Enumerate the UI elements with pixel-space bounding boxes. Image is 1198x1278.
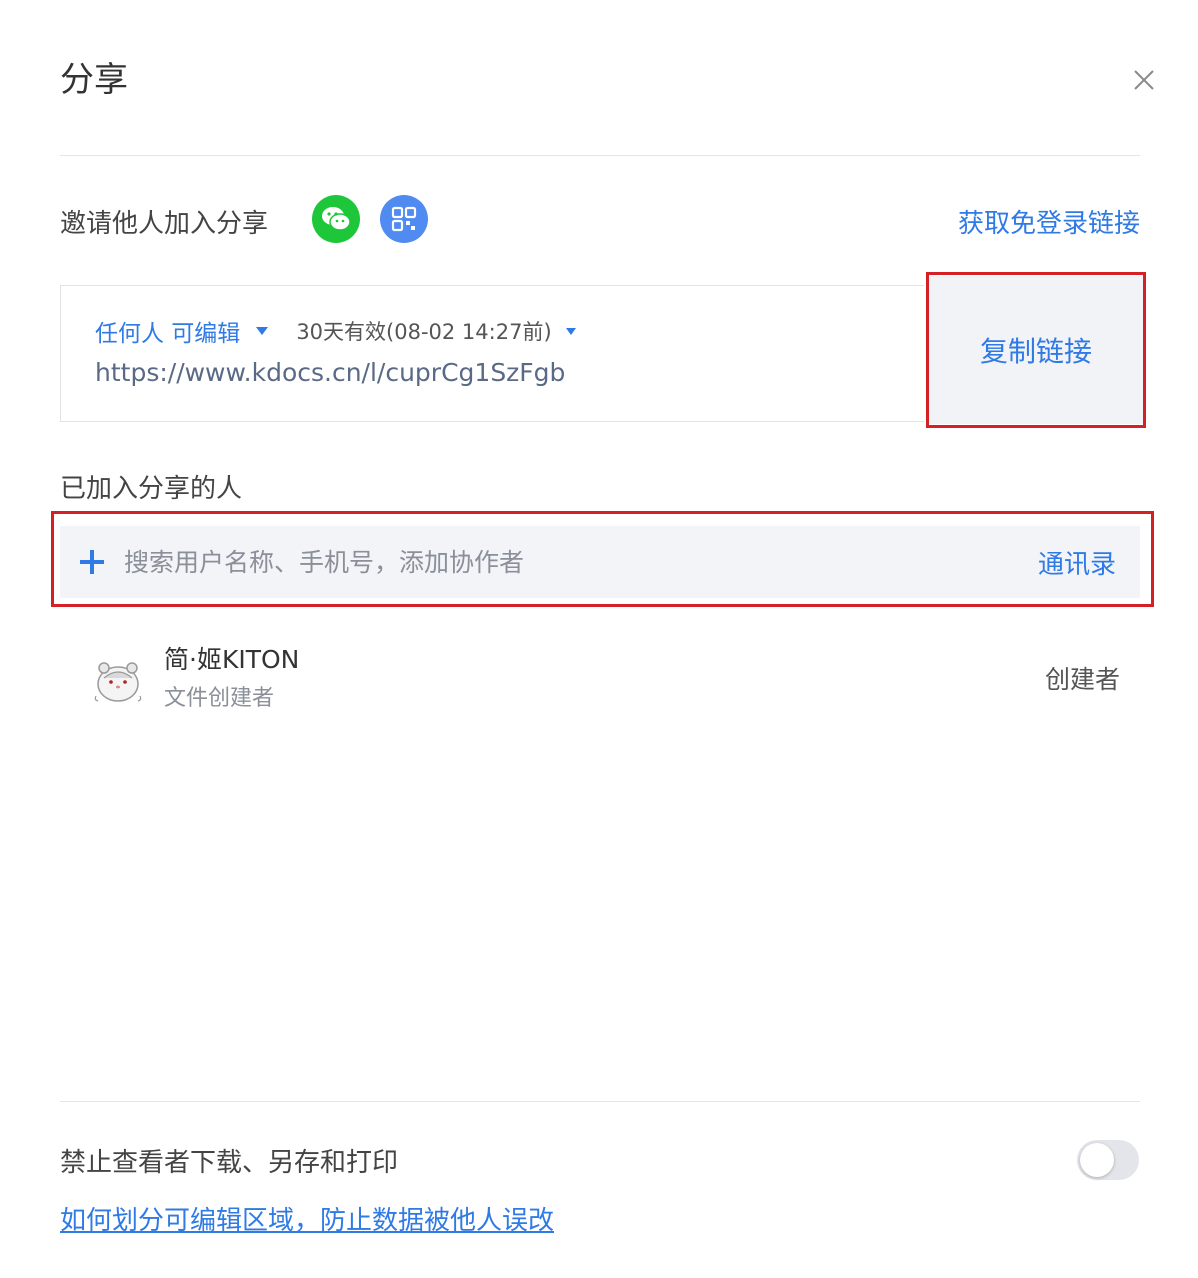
plus-icon[interactable] xyxy=(80,550,104,574)
validity-value: 30天有效(08-02 14:27前) xyxy=(296,320,552,344)
contacts-button[interactable]: 通讯录 xyxy=(1038,544,1116,581)
member-subtitle: 文件创建者 xyxy=(164,686,275,711)
member-name: 简·姬KITON xyxy=(164,645,300,674)
close-icon xyxy=(1134,70,1154,90)
search-input[interactable] xyxy=(124,526,1038,598)
add-collaborator-bar: 通讯录 xyxy=(60,526,1140,598)
validity-dropdown[interactable]: 30天有效(08-02 14:27前) xyxy=(296,316,576,346)
qrcode-icon xyxy=(391,206,417,232)
wechat-icon xyxy=(322,207,351,231)
help-link[interactable]: 如何划分可编辑区域，防止数据被他人误改 xyxy=(60,1200,554,1237)
permission-dropdown[interactable]: 任何人 可编辑 xyxy=(95,314,269,348)
member-role: 创建者 xyxy=(1044,665,1120,694)
hamster-avatar-icon xyxy=(94,662,142,702)
copy-link-button[interactable]: 复制链接 xyxy=(929,276,1143,424)
permission-value: 任何人 可编辑 xyxy=(95,321,241,347)
share-link-box: 任何人 可编辑 30天有效(08-02 14:27前) https://www.… xyxy=(60,285,924,422)
link-settings-row: 任何人 可编辑 30天有效(08-02 14:27前) xyxy=(95,314,576,348)
restrict-download-label: 禁止查看者下载、另存和打印 xyxy=(60,1148,399,1178)
chevron-down-icon xyxy=(565,327,576,335)
qrcode-share-button[interactable] xyxy=(380,195,428,243)
share-url[interactable]: https://www.kdocs.cn/l/cuprCg1SzFgb xyxy=(95,358,565,387)
member-row[interactable]: 简·姬KITON 文件创建者 创建者 xyxy=(90,640,1120,720)
wechat-share-button[interactable] xyxy=(312,195,360,243)
restrict-download-toggle[interactable] xyxy=(1077,1140,1139,1180)
copy-link-label: 复制链接 xyxy=(979,335,1092,368)
chevron-down-icon xyxy=(256,327,269,335)
joined-members-label: 已加入分享的人 xyxy=(60,474,243,504)
toggle-knob xyxy=(1080,1143,1114,1177)
dialog-title: 分享 xyxy=(60,60,128,100)
share-dialog: 分享 邀请他人加入分享 获取免登录链接 任何人 可编辑 30天有效(08-02 … xyxy=(0,0,1198,1278)
close-button[interactable] xyxy=(1126,62,1162,98)
footer-divider xyxy=(60,1101,1140,1102)
invite-label: 邀请他人加入分享 xyxy=(60,209,269,239)
header-divider xyxy=(60,155,1140,156)
get-login-free-link[interactable]: 获取免登录链接 xyxy=(958,203,1140,240)
